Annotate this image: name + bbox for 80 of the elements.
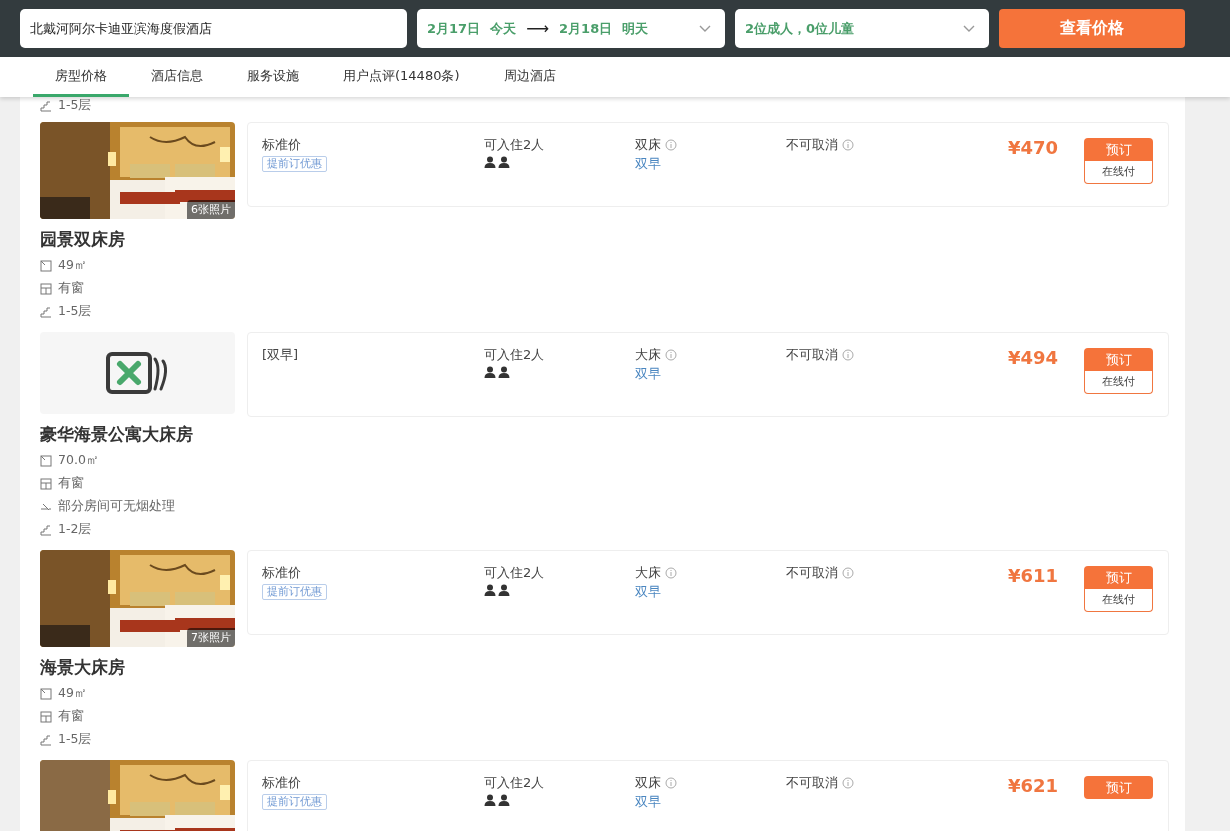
rate-label: 标准价: [262, 565, 301, 581]
chevron-down-icon: [699, 24, 711, 33]
photo-count[interactable]: 6张照片: [187, 200, 235, 219]
person-icon: [484, 156, 496, 168]
info-icon: [665, 567, 677, 579]
room-feature: 1-5层: [58, 731, 92, 748]
room-feature: 49㎡: [58, 685, 87, 702]
room-feature: 70.0㎡: [58, 452, 99, 469]
breakfast-text: 双早: [635, 156, 661, 172]
room-feature: 有窗: [58, 475, 84, 492]
room-feature: 有窗: [58, 280, 84, 297]
info-icon: [665, 777, 677, 789]
price: ¥611: [1008, 565, 1059, 588]
info-icon: [842, 567, 854, 579]
bed-type: 双床: [635, 137, 661, 153]
area-icon: [40, 259, 52, 272]
discount-tag: 提前订优惠: [262, 584, 327, 600]
chevron-down-icon: [963, 24, 975, 33]
person-icon: [484, 366, 496, 378]
room-name: 园景双床房: [40, 228, 126, 251]
occupancy-text: 可入住2人: [484, 775, 545, 791]
window-icon: [40, 477, 52, 490]
payment-type[interactable]: 在线付: [1084, 589, 1154, 612]
info-icon: [842, 349, 854, 361]
cancel-policy: 不可取消: [786, 347, 838, 363]
area-icon: [40, 454, 52, 467]
photo-count[interactable]: 7张照片: [187, 628, 235, 647]
stairs-icon: [40, 305, 52, 318]
room-feature: 49㎡: [58, 257, 87, 274]
person-icon: [498, 366, 510, 378]
room-feature: 部分房间可无烟处理: [58, 498, 175, 515]
tab[interactable]: 用户点评(14480条): [321, 57, 482, 97]
payment-type[interactable]: 在线付: [1084, 161, 1154, 184]
window-icon: [40, 282, 52, 295]
rate-label: [双早]: [262, 347, 299, 363]
person-icon: [498, 794, 510, 806]
hotel-field[interactable]: 北戴河阿尔卡迪亚滨海度假酒店: [20, 9, 407, 48]
bed-type: 大床: [635, 565, 661, 581]
stairs-icon: [40, 99, 52, 112]
discount-tag: 提前订优惠: [262, 156, 327, 172]
occupancy-text: 可入住2人: [484, 347, 545, 363]
price: ¥470: [1008, 137, 1059, 160]
stairs-icon: [40, 523, 52, 536]
person-icon: [484, 584, 496, 596]
info-icon: [842, 139, 854, 151]
occupancy-text: 可入住2人: [484, 137, 545, 153]
area-icon: [40, 687, 52, 700]
room-name: 海景大床房: [40, 656, 126, 679]
bed-type: 双床: [635, 775, 661, 791]
bed-type: 大床: [635, 347, 661, 363]
breakfast-text: 双早: [635, 366, 661, 382]
person-icon: [484, 794, 496, 806]
window-icon: [40, 710, 52, 723]
room-feature: 有窗: [58, 708, 84, 725]
rate-label: 标准价: [262, 775, 301, 791]
breakfast-text: 双早: [635, 584, 661, 600]
cancel-policy: 不可取消: [786, 137, 838, 153]
room-feature: 1-5层: [58, 97, 92, 114]
tab[interactable]: 酒店信息: [129, 57, 225, 97]
tab[interactable]: 周边酒店: [481, 57, 578, 97]
tab[interactable]: 服务设施: [225, 57, 321, 97]
cancel-policy: 不可取消: [786, 565, 838, 581]
payment-type[interactable]: 在线付: [1084, 371, 1154, 394]
discount-tag: 提前订优惠: [262, 794, 327, 810]
price: ¥494: [1008, 347, 1059, 370]
rate-label: 标准价: [262, 137, 301, 153]
occupancy-text: 可入住2人: [484, 565, 545, 581]
person-icon: [498, 156, 510, 168]
date-field[interactable]: 2月17日 今天 ⟶ 2月18日 明天: [417, 9, 725, 48]
info-icon: [842, 777, 854, 789]
room-feature: 1-2层: [58, 521, 92, 538]
person-icon: [498, 584, 510, 596]
cancel-policy: 不可取消: [786, 775, 838, 791]
price: ¥621: [1008, 775, 1059, 798]
room-feature: 1-5层: [58, 303, 92, 320]
breakfast-text: 双早: [635, 794, 661, 810]
room-name: 豪华海景公寓大床房: [40, 423, 194, 446]
info-icon: [665, 139, 677, 151]
info-icon: [665, 349, 677, 361]
stairs-icon: [40, 733, 52, 746]
